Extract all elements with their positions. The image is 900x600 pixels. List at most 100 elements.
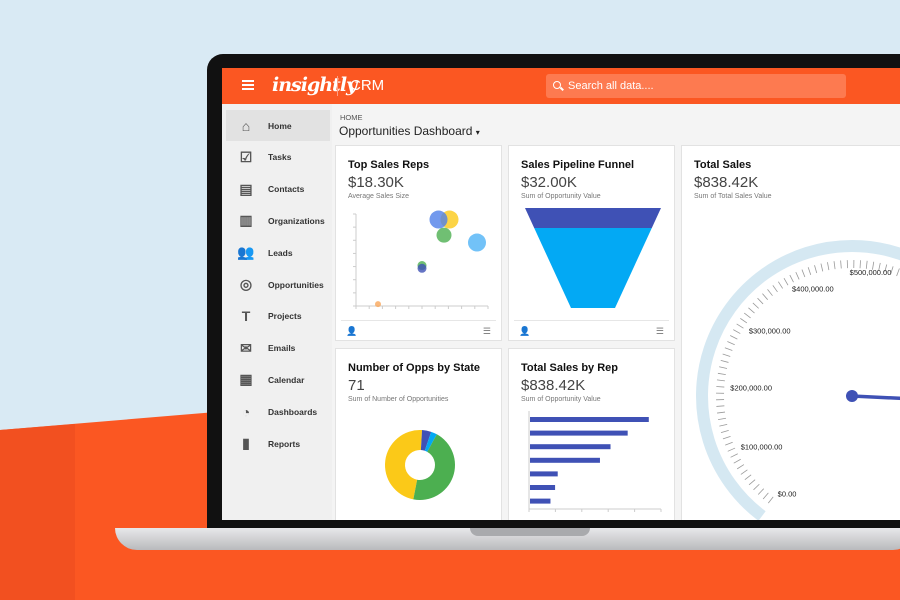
sidebar-item-dashboards[interactable]: ◔ Dashboards bbox=[226, 396, 330, 427]
laptop-notch bbox=[470, 528, 590, 536]
gauge-tick bbox=[733, 458, 741, 464]
gauge-tick bbox=[740, 318, 748, 324]
home-icon: ⌂ bbox=[241, 117, 251, 134]
sidebar: ⌂ Home ☑ Tasks ▤ Contacts ▥ Organizations 👥 Leads… bbox=[222, 104, 332, 520]
gauge-tick bbox=[840, 260, 842, 269]
gauge-tick-label: $400,000.00 bbox=[792, 285, 834, 294]
top-bar: insightly CRM Search all data.... bbox=[222, 68, 900, 104]
gauge-tick bbox=[727, 447, 736, 452]
target-icon: ◎ bbox=[239, 276, 253, 292]
sidebar-item-label: Projects bbox=[268, 311, 302, 322]
building-icon: ▥ bbox=[239, 212, 253, 229]
card-title: Top Sales Reps bbox=[348, 159, 430, 171]
gauge-tick-label: $500,000.00 bbox=[850, 268, 892, 277]
page-title[interactable]: Opportunities Dashboard ▾ bbox=[339, 124, 480, 138]
sidebar-item-label: Opportunities bbox=[268, 279, 324, 290]
bubble bbox=[429, 210, 448, 229]
gauge-tick bbox=[719, 366, 728, 369]
bar bbox=[530, 444, 611, 450]
bar-chart bbox=[528, 411, 662, 512]
user-icon[interactable]: 👤 bbox=[346, 326, 357, 337]
sidebar-item-label: Home bbox=[268, 120, 292, 131]
checkbox-icon: ☑ bbox=[239, 148, 253, 165]
logo[interactable]: insightly bbox=[272, 74, 357, 96]
search-input[interactable]: Search all data.... bbox=[546, 74, 846, 98]
card-subtitle: Sum of Opportunity Value bbox=[521, 193, 601, 200]
bubble bbox=[468, 233, 486, 252]
search-icon bbox=[553, 81, 561, 89]
sidebar-item-reports[interactable]: ▮ Reports bbox=[226, 428, 330, 459]
gauge-tick bbox=[724, 347, 733, 351]
sidebar-item-organizations[interactable]: ▥ Organizations bbox=[226, 205, 330, 236]
sidebar-item-contacts[interactable]: ▤ Contacts bbox=[226, 174, 330, 205]
hammer-icon: T bbox=[241, 308, 251, 325]
card-title: Total Sales bbox=[694, 159, 752, 171]
sidebar-item-calendar[interactable]: ▦ Calendar bbox=[226, 364, 330, 395]
sidebar-item-label: Dashboards bbox=[268, 406, 318, 417]
donut-chart bbox=[385, 430, 455, 500]
sidebar-item-label: Contacts bbox=[268, 184, 305, 195]
gauge-tick bbox=[777, 281, 783, 289]
gauge-tick bbox=[740, 469, 748, 475]
bar bbox=[530, 485, 556, 490]
gauge-tick bbox=[736, 464, 745, 470]
gauge-tick bbox=[772, 285, 778, 293]
sidebar-item-leads[interactable]: 👥 Leads bbox=[226, 237, 330, 268]
contact-card-icon: ▤ bbox=[239, 180, 253, 197]
gauge-tick bbox=[752, 302, 759, 309]
gauge-tick bbox=[720, 430, 729, 433]
gauge-tick bbox=[730, 335, 738, 340]
list-icon[interactable]: ☰ bbox=[656, 326, 664, 337]
card-value: $838.42K bbox=[694, 174, 759, 191]
gauge-hub bbox=[846, 390, 858, 402]
sidebar-item-opportunities[interactable]: ◎ Opportunities bbox=[226, 269, 330, 300]
gauge-tick bbox=[795, 271, 800, 280]
gauge-tick bbox=[767, 289, 773, 296]
sidebar-item-label: Tasks bbox=[268, 152, 292, 163]
sidebar-item-label: Leads bbox=[268, 247, 293, 258]
bar bbox=[530, 457, 600, 463]
gauge-tick-label: $200,000.00 bbox=[730, 383, 772, 392]
gauge-tick bbox=[716, 405, 725, 407]
gauge-tick bbox=[827, 262, 830, 271]
gauge-tick-label: $300,000.00 bbox=[749, 326, 791, 335]
card-value: 71 bbox=[348, 377, 365, 394]
gauge-tick bbox=[859, 260, 861, 269]
funnel-stage bbox=[525, 208, 661, 228]
gauge-tick bbox=[807, 267, 812, 275]
gauge-tick bbox=[716, 379, 725, 382]
sidebar-item-projects[interactable]: T Projects bbox=[226, 301, 330, 332]
breadcrumb[interactable]: HOME bbox=[340, 113, 363, 122]
card-title: Sales Pipeline Funnel bbox=[521, 159, 635, 171]
sidebar-item-tasks[interactable]: ☑ Tasks bbox=[226, 142, 330, 173]
menu-icon[interactable] bbox=[242, 80, 254, 90]
card-subtitle: Average Sales Size bbox=[348, 193, 409, 200]
gauge-tick bbox=[720, 359, 729, 363]
gauge-tick-label: $0.00 bbox=[778, 490, 797, 499]
gauge-tick bbox=[814, 265, 818, 274]
sidebar-item-emails[interactable]: ✉ Emails bbox=[226, 333, 330, 364]
gauge-tick bbox=[896, 268, 900, 277]
card-total-sales-by-rep: Total Sales by Rep $838.42K Sum of Oppor… bbox=[508, 348, 675, 520]
gauge-tick bbox=[801, 269, 806, 278]
divider bbox=[337, 76, 338, 96]
card-footer: 👤 ☰ bbox=[514, 320, 669, 340]
gauge-tick bbox=[717, 417, 727, 421]
card-total-sales: Total Sales $838.42K Sum of Total Sales … bbox=[681, 145, 900, 520]
sidebar-item-home[interactable]: ⌂ Home bbox=[226, 110, 330, 141]
sidebar-item-label: Calendar bbox=[268, 374, 305, 385]
gauge-tick bbox=[722, 353, 731, 357]
sidebar-item-label: Emails bbox=[268, 343, 296, 354]
people-icon: 👥 bbox=[237, 244, 255, 261]
product-name: CRM bbox=[350, 77, 385, 94]
card-subtitle: Sum of Number of Opportunities bbox=[348, 396, 449, 403]
gauge-tick bbox=[820, 263, 824, 272]
sidebar-item-label: Organizations bbox=[268, 215, 325, 226]
card-subtitle: Sum of Opportunity Value bbox=[521, 396, 601, 403]
user-icon[interactable]: 👤 bbox=[519, 326, 530, 337]
gauge-tick bbox=[744, 474, 752, 481]
gauge-tick bbox=[748, 307, 755, 314]
list-icon[interactable]: ☰ bbox=[483, 326, 491, 337]
card-subtitle: Sum of Total Sales Value bbox=[694, 193, 772, 200]
chevron-down-icon[interactable]: ▾ bbox=[476, 128, 480, 137]
